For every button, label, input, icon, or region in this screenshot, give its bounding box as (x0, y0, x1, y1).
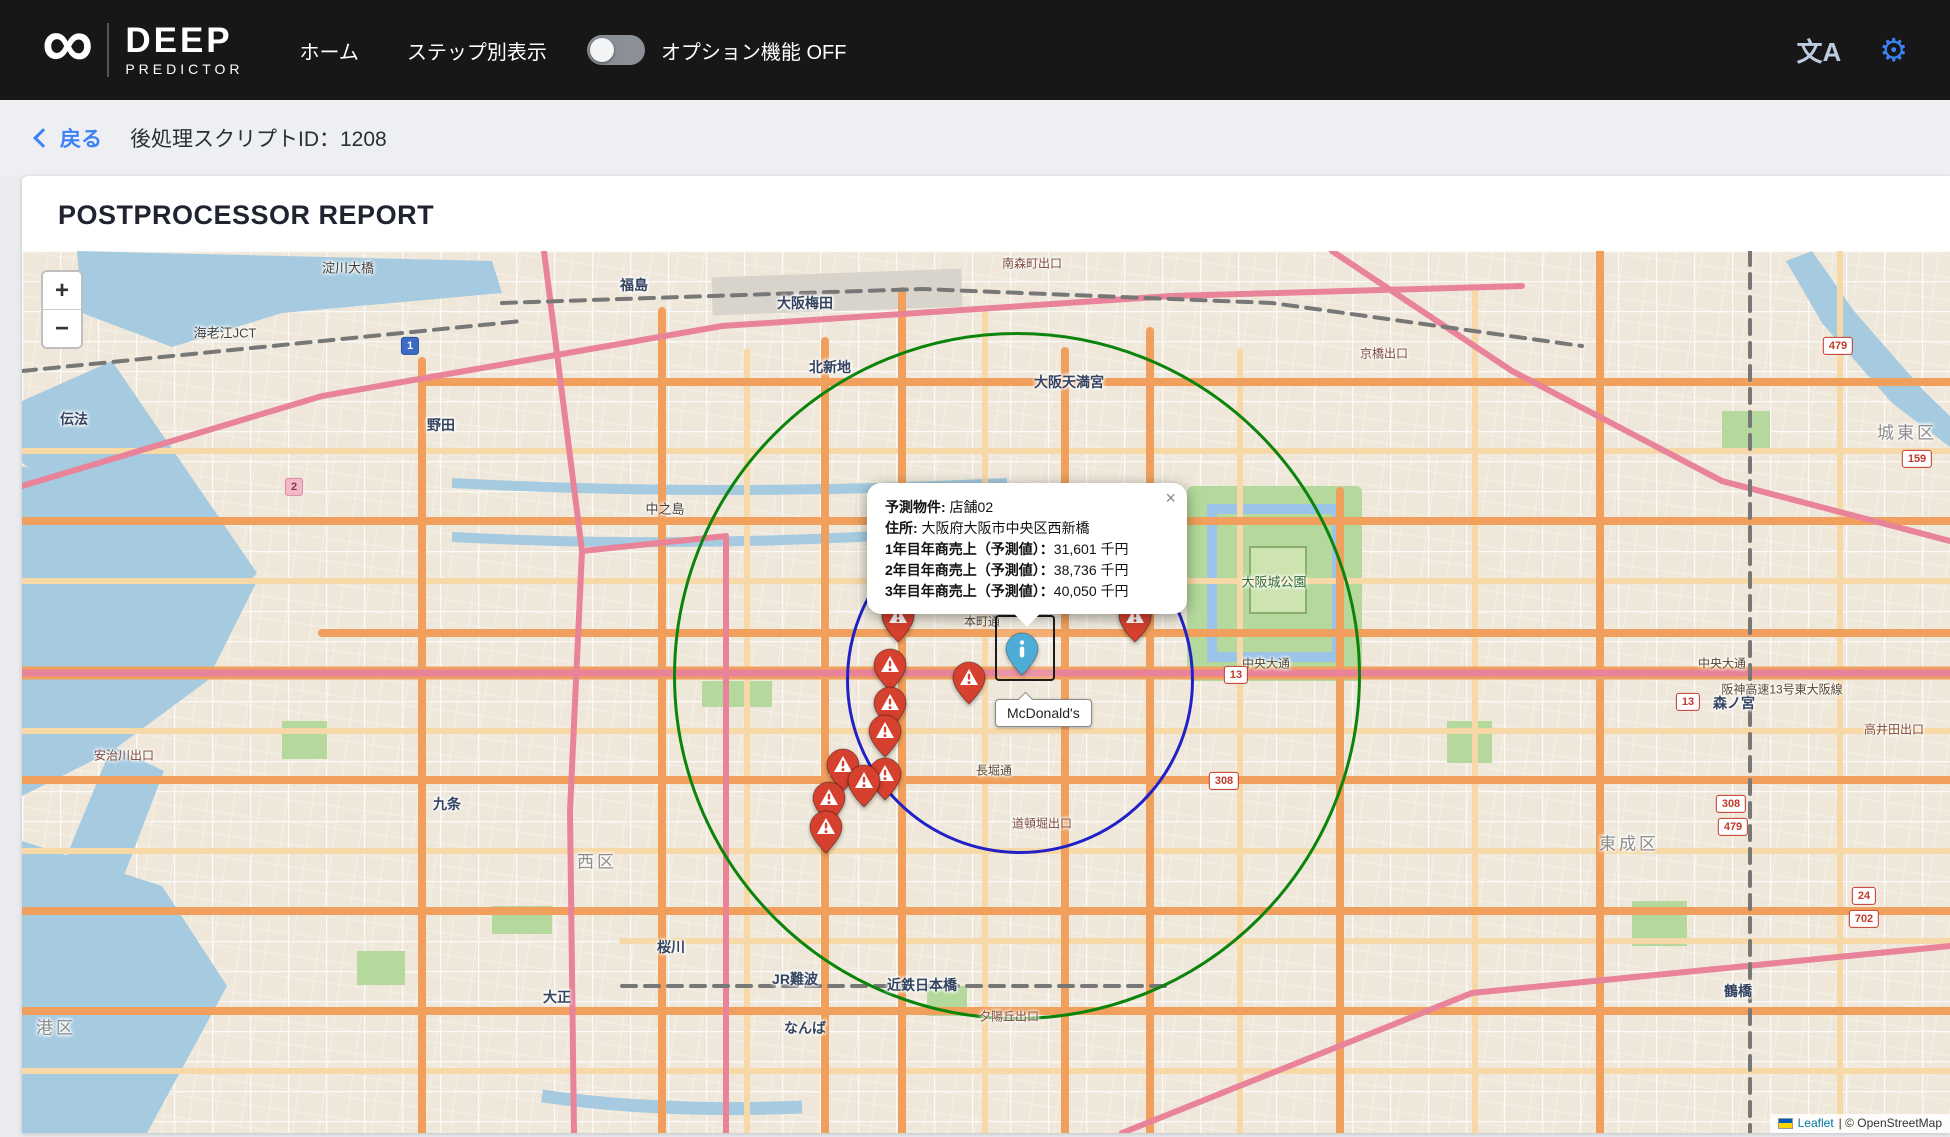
warning-marker[interactable] (809, 810, 843, 854)
attribution-text: | © OpenStreetMap (1839, 1116, 1942, 1130)
popup-row: 2年目年商売上（予測値）：38,736 千円 (885, 560, 1169, 581)
popup-row: 3年目年商売上（予測値）：40,050 千円 (885, 581, 1169, 602)
chevron-left-icon (33, 128, 53, 148)
map-popup: 予測物件: 店舗02住所: 大阪府大阪市中央区西新橋1年目年商売上（予測値）：3… (867, 483, 1187, 614)
back-button[interactable]: 戻る (36, 123, 102, 153)
popup-row: 1年目年商売上（予測値）：31,601 千円 (885, 539, 1169, 560)
nav-item-1[interactable]: ステップ別表示 (407, 36, 547, 65)
popup-close-button[interactable]: × (1165, 489, 1176, 507)
popup-row: 住所: 大阪府大阪市中央区西新橋 (885, 518, 1169, 539)
infinity-logo-icon: ∞ (42, 15, 93, 73)
map-container[interactable]: 淀川大橋海老江JCT福島大阪梅田北新地南森町出口大阪天満宮京橋出口城東区中之島野… (22, 251, 1950, 1133)
popup-rows: 予測物件: 店舗02住所: 大阪府大阪市中央区西新橋1年目年商売上（予測値）：3… (885, 497, 1169, 602)
map-tiles (22, 251, 1950, 1133)
option-toggle-label: オプション機能 OFF (661, 36, 847, 65)
breadcrumb-bar: 戻る 後処理スクリプトID：1208 (0, 100, 1950, 176)
back-label: 戻る (60, 123, 102, 153)
warning-marker[interactable] (847, 764, 881, 808)
map-attribution: Leaflet | © OpenStreetMap (1771, 1114, 1950, 1133)
ukraine-flag-icon (1778, 1118, 1793, 1129)
tooltip-text: McDonald's (1007, 705, 1080, 721)
zoom-out-button[interactable]: − (43, 309, 81, 347)
toggle-knob-icon (590, 38, 614, 62)
leaflet-link[interactable]: Leaflet (1798, 1116, 1834, 1130)
warning-marker[interactable] (868, 714, 902, 758)
brand-subtitle: PREDICTOR (125, 61, 243, 77)
report-card: POSTPROCESSOR REPORT (22, 176, 1950, 1133)
map-tooltip: McDonald's (995, 699, 1092, 727)
main-nav: ホーム ステップ別表示 (300, 36, 547, 65)
brand-title: DEEP (125, 23, 243, 58)
translate-icon[interactable]: 文A (1797, 32, 1842, 69)
report-title: POSTPROCESSOR REPORT (22, 176, 1950, 251)
settings-gear-icon[interactable]: ⚙ (1879, 31, 1908, 69)
page-title: 後処理スクリプトID：1208 (130, 123, 387, 153)
option-toggle-group: オプション機能 OFF (587, 35, 847, 65)
warning-marker[interactable] (952, 661, 986, 705)
app-header: ∞ DEEP PREDICTOR ホームステップ別表示 オプション機能 OFF … (0, 0, 1950, 100)
zoom-control: + − (41, 270, 83, 349)
logo-divider (107, 23, 109, 77)
header-actions: 文A ⚙ (1797, 31, 1908, 69)
option-toggle[interactable] (587, 35, 645, 65)
nav-item-0[interactable]: ホーム (300, 36, 359, 65)
zoom-in-button[interactable]: + (43, 272, 81, 309)
popup-row: 予測物件: 店舗02 (885, 497, 1169, 518)
brand-logo: ∞ DEEP PREDICTOR (42, 21, 244, 79)
